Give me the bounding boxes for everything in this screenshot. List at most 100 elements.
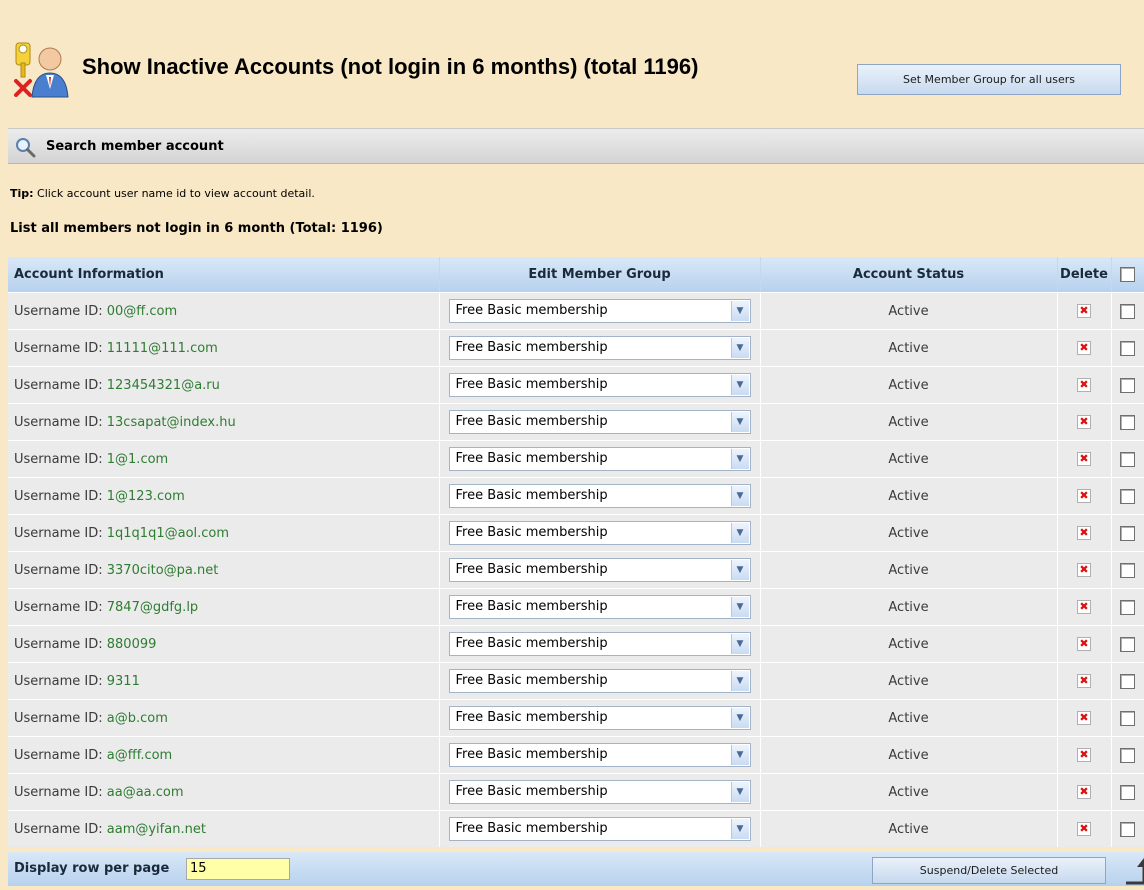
row-select-checkbox[interactable] [1120, 451, 1135, 467]
member-group-cell: Free Basic membership ▼ [439, 329, 761, 367]
delete-icon[interactable]: ✖ [1077, 785, 1091, 799]
member-group-select[interactable]: Free Basic membership ▼ [448, 780, 751, 804]
member-group-select[interactable]: Free Basic membership ▼ [448, 447, 751, 471]
row-select-checkbox[interactable] [1120, 710, 1135, 726]
username-id-link[interactable]: a@fff.com [107, 748, 172, 763]
row-select-checkbox[interactable] [1120, 562, 1135, 578]
delete-icon[interactable]: ✖ [1077, 674, 1091, 688]
select-all-checkbox[interactable] [1120, 267, 1135, 282]
chevron-down-icon[interactable]: ▼ [730, 338, 749, 358]
member-group-select[interactable]: Free Basic membership ▼ [448, 669, 751, 693]
delete-icon[interactable]: ✖ [1077, 378, 1091, 392]
delete-cell: ✖ [1057, 292, 1112, 330]
row-select-checkbox[interactable] [1120, 673, 1135, 689]
set-member-group-button[interactable]: Set Member Group for all users [857, 64, 1121, 95]
delete-icon[interactable]: ✖ [1077, 748, 1091, 762]
member-group-cell: Free Basic membership ▼ [439, 810, 761, 847]
row-select-checkbox[interactable] [1120, 784, 1135, 800]
member-group-select[interactable]: Free Basic membership ▼ [448, 299, 751, 323]
member-group-select[interactable]: Free Basic membership ▼ [448, 595, 751, 619]
up-arrow-icon[interactable] [1122, 855, 1144, 886]
search-member-bar[interactable]: Search member account [8, 128, 1144, 164]
account-info-cell: Username ID: aa@aa.com [8, 773, 440, 811]
username-id-link[interactable]: a@b.com [107, 711, 168, 726]
select-cell [1111, 810, 1144, 847]
member-group-select[interactable]: Free Basic membership ▼ [448, 817, 751, 841]
rows-per-page-input[interactable]: 15 [186, 858, 290, 880]
row-select-checkbox[interactable] [1120, 636, 1135, 652]
member-group-value: Free Basic membership [455, 673, 608, 688]
delete-icon[interactable]: ✖ [1077, 563, 1091, 577]
member-group-select[interactable]: Free Basic membership ▼ [448, 484, 751, 508]
row-select-checkbox[interactable] [1120, 377, 1135, 393]
username-id-link[interactable]: 11111@111.com [107, 341, 218, 356]
delete-cell: ✖ [1057, 477, 1112, 515]
row-select-checkbox[interactable] [1120, 340, 1135, 356]
magnifier-icon [14, 136, 36, 158]
table-row: Username ID: 3370cito@pa.net Free Basic m… [8, 551, 1144, 589]
chevron-down-icon[interactable]: ▼ [730, 449, 749, 469]
row-select-checkbox[interactable] [1120, 747, 1135, 763]
chevron-down-icon[interactable]: ▼ [730, 819, 749, 839]
chevron-down-icon[interactable]: ▼ [730, 301, 749, 321]
chevron-down-icon[interactable]: ▼ [730, 412, 749, 432]
row-select-checkbox[interactable] [1120, 525, 1135, 541]
member-group-select[interactable]: Free Basic membership ▼ [448, 521, 751, 545]
username-id-link[interactable]: 3370cito@pa.net [107, 563, 219, 578]
delete-icon[interactable]: ✖ [1077, 822, 1091, 836]
chevron-down-icon[interactable]: ▼ [730, 782, 749, 802]
username-id-link[interactable]: 1@123.com [107, 489, 185, 504]
row-select-checkbox[interactable] [1120, 303, 1135, 319]
username-id-link[interactable]: 123454321@a.ru [107, 378, 220, 393]
member-group-select[interactable]: Free Basic membership ▼ [448, 410, 751, 434]
chevron-down-icon[interactable]: ▼ [730, 597, 749, 617]
delete-icon[interactable]: ✖ [1077, 711, 1091, 725]
member-group-select[interactable]: Free Basic membership ▼ [448, 336, 751, 360]
member-group-select[interactable]: Free Basic membership ▼ [448, 558, 751, 582]
delete-icon[interactable]: ✖ [1077, 600, 1091, 614]
member-group-select[interactable]: Free Basic membership ▼ [448, 706, 751, 730]
username-id-link[interactable]: aa@aa.com [107, 785, 184, 800]
account-status-cell: Active [760, 625, 1058, 663]
delete-icon[interactable]: ✖ [1077, 452, 1091, 466]
search-member-label[interactable]: Search member account [46, 139, 224, 154]
row-select-checkbox[interactable] [1120, 488, 1135, 504]
chevron-down-icon[interactable]: ▼ [730, 708, 749, 728]
suspend-delete-selected-button[interactable]: Suspend/Delete Selected [872, 857, 1106, 884]
delete-cell: ✖ [1057, 810, 1112, 847]
username-id-link[interactable]: 880099 [107, 637, 157, 652]
delete-icon[interactable]: ✖ [1077, 341, 1091, 355]
row-select-checkbox[interactable] [1120, 821, 1135, 837]
delete-icon[interactable]: ✖ [1077, 304, 1091, 318]
username-id-link[interactable]: 00@ff.com [107, 304, 177, 319]
chevron-down-icon[interactable]: ▼ [730, 375, 749, 395]
username-id-link[interactable]: 1q1q1q1@aol.com [107, 526, 229, 541]
username-id-link[interactable]: 1@1.com [107, 452, 168, 467]
delete-icon[interactable]: ✖ [1077, 415, 1091, 429]
member-group-select[interactable]: Free Basic membership ▼ [448, 743, 751, 767]
chevron-down-icon[interactable]: ▼ [730, 634, 749, 654]
delete-cell: ✖ [1057, 736, 1112, 774]
username-id-link[interactable]: aam@yifan.net [107, 822, 206, 837]
chevron-down-icon[interactable]: ▼ [730, 745, 749, 765]
chevron-down-icon[interactable]: ▼ [730, 671, 749, 691]
chevron-down-icon[interactable]: ▼ [730, 486, 749, 506]
list-title: List all members not login in 6 month (T… [10, 221, 383, 236]
chevron-down-icon[interactable]: ▼ [730, 560, 749, 580]
username-id-link[interactable]: 13csapat@index.hu [107, 415, 236, 430]
table-header-row: Account Information Edit Member Group Ac… [8, 257, 1144, 293]
select-cell [1111, 403, 1144, 441]
chevron-down-icon[interactable]: ▼ [730, 523, 749, 543]
select-cell [1111, 477, 1144, 515]
row-select-checkbox[interactable] [1120, 599, 1135, 615]
delete-icon[interactable]: ✖ [1077, 489, 1091, 503]
delete-icon[interactable]: ✖ [1077, 637, 1091, 651]
member-group-select[interactable]: Free Basic membership ▼ [448, 632, 751, 656]
member-group-select[interactable]: Free Basic membership ▼ [448, 373, 751, 397]
username-id-label: Username ID: [14, 710, 107, 726]
username-id-link[interactable]: 7847@gdfg.lp [107, 600, 198, 615]
username-id-link[interactable]: 9311 [107, 674, 140, 689]
delete-icon[interactable]: ✖ [1077, 526, 1091, 540]
select-cell [1111, 736, 1144, 774]
row-select-checkbox[interactable] [1120, 414, 1135, 430]
